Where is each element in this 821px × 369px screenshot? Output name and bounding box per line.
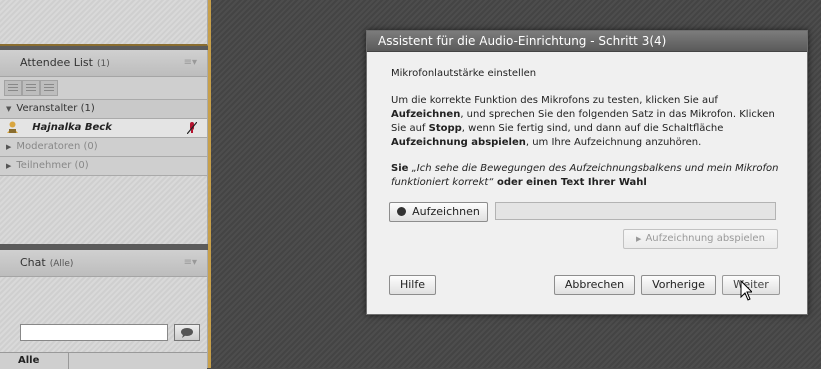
audio-setup-dialog: Assistent für die Audio-Einrichtung - Sc…	[366, 30, 808, 315]
chat-tab-all[interactable]: Alle	[0, 353, 69, 369]
test-phrase: Sie „Ich sehe die Bewegungen des Aufzeic…	[391, 163, 779, 188]
section-moderators[interactable]: ▶ Moderatoren (0)	[0, 138, 207, 157]
collapsed-triangle-icon: ▶	[6, 162, 12, 170]
attendee-pod-header: Attendee List (1) ≡▾	[0, 50, 207, 77]
pod-menu-icon[interactable]: ≡▾	[184, 50, 197, 76]
instructions-text: Um die korrekte Funktion des Mikrofons z…	[391, 95, 775, 148]
help-button[interactable]: Hilfe	[389, 275, 436, 295]
dialog-title: Assistent für die Audio-Einrichtung - Sc…	[367, 31, 807, 52]
top-pod	[0, 0, 208, 46]
chat-footer: Alle	[0, 352, 207, 369]
pod-menu-icon[interactable]: ≡▾	[184, 250, 197, 276]
section-hosts[interactable]: ▼ Veranstalter (1)	[0, 100, 207, 119]
section-participants[interactable]: ▶ Teilnehmer (0)	[0, 157, 207, 176]
record-icon	[397, 207, 407, 216]
chat-input-row	[20, 324, 200, 344]
play-recording-button[interactable]: ▶ Aufzeichnung abspielen	[623, 229, 778, 249]
collapsed-triangle-icon: ▶	[6, 143, 12, 151]
dialog-body: Mikrofonlautstärke einstellen Um die kor…	[391, 67, 786, 190]
sort-icon[interactable]	[40, 80, 58, 96]
left-pod-column: Attendee List (1) ≡▾ ▼ Veranstalter (1) Ha…	[0, 0, 211, 369]
chat-send-button[interactable]	[174, 324, 200, 341]
section-participants-label: Teilnehmer (0)	[16, 160, 89, 171]
attendee-count: (1)	[96, 59, 110, 69]
list-view-icon[interactable]	[4, 80, 22, 96]
play-icon: ▶	[636, 235, 642, 243]
cancel-button[interactable]: Abbrechen	[554, 275, 635, 295]
mouse-cursor-icon	[740, 280, 752, 301]
speech-bubble-icon	[181, 328, 193, 338]
chat-input[interactable]	[20, 324, 168, 341]
chat-pod-title: Chat	[20, 256, 46, 269]
recording-level-bar	[495, 202, 776, 220]
expanded-triangle-icon: ▼	[6, 105, 12, 113]
dialog-subtitle: Mikrofonlautstärke einstellen	[391, 68, 537, 79]
grid-view-icon[interactable]	[22, 80, 40, 96]
chat-pod-header: Chat (Alle) ≡▾	[0, 250, 207, 277]
attendee-toolbar	[0, 77, 207, 100]
record-button-label: Aufzeichnen	[412, 205, 480, 218]
chat-pod: Chat (Alle) ≡▾ Alle	[0, 250, 208, 369]
attendee-list-pod: Attendee List (1) ≡▾ ▼ Veranstalter (1) Ha…	[0, 50, 208, 244]
chat-scope: (Alle)	[49, 259, 74, 269]
record-button[interactable]: Aufzeichnen	[389, 202, 488, 222]
section-hosts-label: Veranstalter (1)	[16, 103, 95, 114]
host-user-icon	[7, 121, 18, 133]
attendee-name: Hajnalka Beck	[32, 122, 112, 133]
section-moderators-label: Moderatoren (0)	[16, 141, 98, 152]
attendee-pod-title: Attendee List	[20, 56, 93, 69]
play-button-label: Aufzeichnung abspielen	[645, 233, 765, 244]
previous-button[interactable]: Vorherige	[641, 275, 716, 295]
mic-disabled-icon[interactable]	[187, 122, 197, 134]
attendee-row[interactable]: Hajnalka Beck	[0, 119, 207, 138]
